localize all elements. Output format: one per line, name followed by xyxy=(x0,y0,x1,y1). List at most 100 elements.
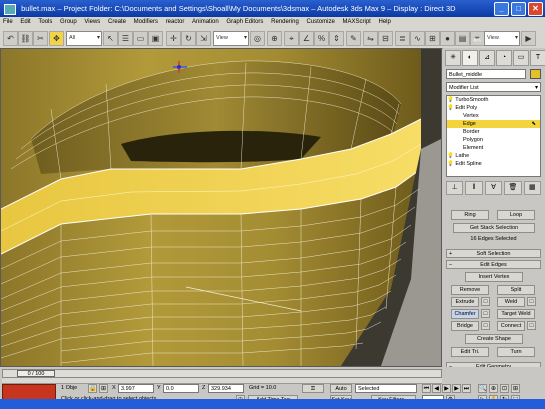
rotate-icon[interactable]: ↻ xyxy=(181,31,196,46)
ring-button[interactable]: Ring xyxy=(451,210,489,220)
extrude-settings-icon[interactable]: □ xyxy=(481,297,490,306)
get-stack-selection-button[interactable]: Get Stack Selection xyxy=(453,223,535,233)
x-coordinate-field[interactable]: 3.997 xyxy=(118,384,154,393)
menu-rendering[interactable]: Rendering xyxy=(268,19,302,25)
z-coordinate-field[interactable]: 329.934 xyxy=(208,384,244,393)
show-end-result-icon[interactable]: ‖ xyxy=(465,181,483,195)
menu-group[interactable]: Group xyxy=(57,19,80,25)
menu-tools[interactable]: Tools xyxy=(35,19,55,25)
stack-item-edit-poly[interactable]: 💡 Edit Poly xyxy=(447,104,540,112)
modify-tab-icon[interactable]: ◐ xyxy=(462,50,478,66)
named-selection-icon[interactable]: ✎ xyxy=(346,31,361,46)
align-icon[interactable]: ⊟ xyxy=(378,31,393,46)
snap-icon[interactable]: ⌖ xyxy=(284,31,299,46)
bulb-icon[interactable]: 💡 xyxy=(447,97,454,103)
menu-customize[interactable]: Customize xyxy=(303,19,337,25)
extrude-button[interactable]: Extrude xyxy=(451,297,479,307)
percent-snap-icon[interactable]: % xyxy=(314,31,329,46)
spinner-snap-icon[interactable]: ⇕ xyxy=(329,31,344,46)
zoom-extents-all-icon[interactable]: ⊞ xyxy=(511,384,520,393)
loop-button[interactable]: Loop xyxy=(497,210,535,220)
target-weld-button[interactable]: Target Weld xyxy=(497,309,535,319)
window-crossing-icon[interactable]: ▣ xyxy=(148,31,163,46)
stack-item-lathe[interactable]: 💡 Lathe xyxy=(447,152,540,160)
motion-tab-icon[interactable]: ◔ xyxy=(496,50,512,66)
stack-item-polygon[interactable]: Polygon xyxy=(447,136,540,144)
previous-frame-icon[interactable]: ◀ xyxy=(432,384,441,393)
undo-icon[interactable]: ↶ xyxy=(3,31,18,46)
remove-modifier-icon[interactable]: 🗑 xyxy=(504,181,522,195)
select-object-icon[interactable]: ↖ xyxy=(103,31,118,46)
select-by-name-icon[interactable]: ☰ xyxy=(118,31,133,46)
object-color-swatch[interactable] xyxy=(530,69,541,79)
y-coordinate-field[interactable]: 0.0 xyxy=(163,384,199,393)
selection-set-dropdown[interactable]: Selected xyxy=(355,384,417,393)
move-icon[interactable]: ✛ xyxy=(166,31,181,46)
ref-coord-dropdown[interactable]: View xyxy=(213,31,249,46)
angle-snap-icon[interactable]: ∠ xyxy=(299,31,314,46)
next-frame-icon[interactable]: ▶ xyxy=(452,384,461,393)
key-mode-icon[interactable]: ⚿ xyxy=(302,384,324,393)
viewport-canvas[interactable] xyxy=(1,49,441,366)
hierarchy-tab-icon[interactable]: ⊿ xyxy=(479,50,495,66)
curve-editor-icon[interactable]: ∿ xyxy=(410,31,425,46)
stack-item-element[interactable]: Element xyxy=(447,144,540,152)
menu-graph-editors[interactable]: Graph Editors xyxy=(223,19,266,25)
stack-item-edge[interactable]: Edge ⬉ xyxy=(447,120,540,128)
stack-item-turbosmooth[interactable]: 💡 TurboSmooth xyxy=(447,96,540,104)
material-editor-icon[interactable]: ● xyxy=(440,31,455,46)
close-button[interactable]: ✕ xyxy=(528,2,543,16)
remove-button[interactable]: Remove xyxy=(451,285,489,295)
edit-tri-button[interactable]: Edit Tri. xyxy=(451,347,489,357)
make-unique-icon[interactable]: ∀ xyxy=(484,181,503,195)
menu-help[interactable]: Help xyxy=(376,19,394,25)
soft-selection-rollout[interactable]: + Soft Selection xyxy=(446,249,541,258)
selection-lock-icon[interactable]: 🔒 xyxy=(88,384,97,393)
render-setup-icon[interactable]: ▤ xyxy=(455,31,470,46)
scale-icon[interactable]: ⇲ xyxy=(196,31,211,46)
select-move-icon[interactable]: ✥ xyxy=(49,31,64,46)
utilities-tab-icon[interactable]: T xyxy=(530,50,545,66)
maximize-button[interactable]: □ xyxy=(511,2,526,16)
link-icon[interactable]: ⛓ xyxy=(18,31,33,46)
weld-settings-icon[interactable]: □ xyxy=(527,297,536,306)
zoom-icon[interactable]: 🔍 xyxy=(478,384,487,393)
create-shape-button[interactable]: Create Shape xyxy=(465,334,523,344)
bulb-icon[interactable]: 💡 xyxy=(447,105,454,111)
bridge-button[interactable]: Bridge xyxy=(451,321,479,331)
turn-button[interactable]: Turn xyxy=(497,347,535,357)
play-icon[interactable]: ▶ xyxy=(442,384,451,393)
render-icon[interactable]: ▶ xyxy=(521,31,536,46)
chamfer-button[interactable]: Chamfer xyxy=(451,309,479,319)
menu-views[interactable]: Views xyxy=(81,19,103,25)
go-to-start-icon[interactable]: ⏮ xyxy=(422,384,431,393)
zoom-all-icon[interactable]: ⊕ xyxy=(489,384,498,393)
menu-file[interactable]: File xyxy=(0,19,16,25)
stack-item-vertex[interactable]: Vertex xyxy=(447,112,540,120)
chamfer-settings-icon[interactable]: □ xyxy=(481,309,490,318)
time-slider-thumb[interactable]: 0 / 100 xyxy=(17,370,55,377)
menu-animation[interactable]: Animation xyxy=(189,19,222,25)
manipulate-icon[interactable]: ⊕ xyxy=(267,31,282,46)
bridge-settings-icon[interactable]: □ xyxy=(481,321,490,330)
create-tab-icon[interactable]: ✳ xyxy=(445,50,461,66)
menu-create[interactable]: Create xyxy=(105,19,129,25)
auto-key-button[interactable]: Auto Key xyxy=(330,384,352,401)
unlink-icon[interactable]: ✂ xyxy=(33,31,48,46)
mirror-icon[interactable]: ⇋ xyxy=(363,31,378,46)
connect-settings-icon[interactable]: □ xyxy=(527,321,536,330)
configure-modifier-sets-icon[interactable]: ▦ xyxy=(523,181,542,195)
menu-edit[interactable]: Edit xyxy=(17,19,33,25)
modifier-list-dropdown[interactable]: Modifier List xyxy=(446,82,541,93)
split-button[interactable]: Split xyxy=(497,285,535,295)
named-selection-dropdown[interactable]: View xyxy=(484,31,520,46)
stack-item-edit-spline[interactable]: 💡 Edit Spline xyxy=(447,160,540,168)
quick-render-icon[interactable]: ☕ xyxy=(470,31,485,46)
region-select-icon[interactable]: ▭ xyxy=(133,31,148,46)
menu-reactor[interactable]: reactor xyxy=(163,19,188,25)
schematic-view-icon[interactable]: ⊞ xyxy=(425,31,440,46)
edit-edges-rollout[interactable]: – Edit Edges xyxy=(446,260,541,269)
zoom-extents-icon[interactable]: ⊡ xyxy=(500,384,509,393)
go-to-end-icon[interactable]: ⏭ xyxy=(462,384,471,393)
bulb-icon[interactable]: 💡 xyxy=(447,161,454,167)
